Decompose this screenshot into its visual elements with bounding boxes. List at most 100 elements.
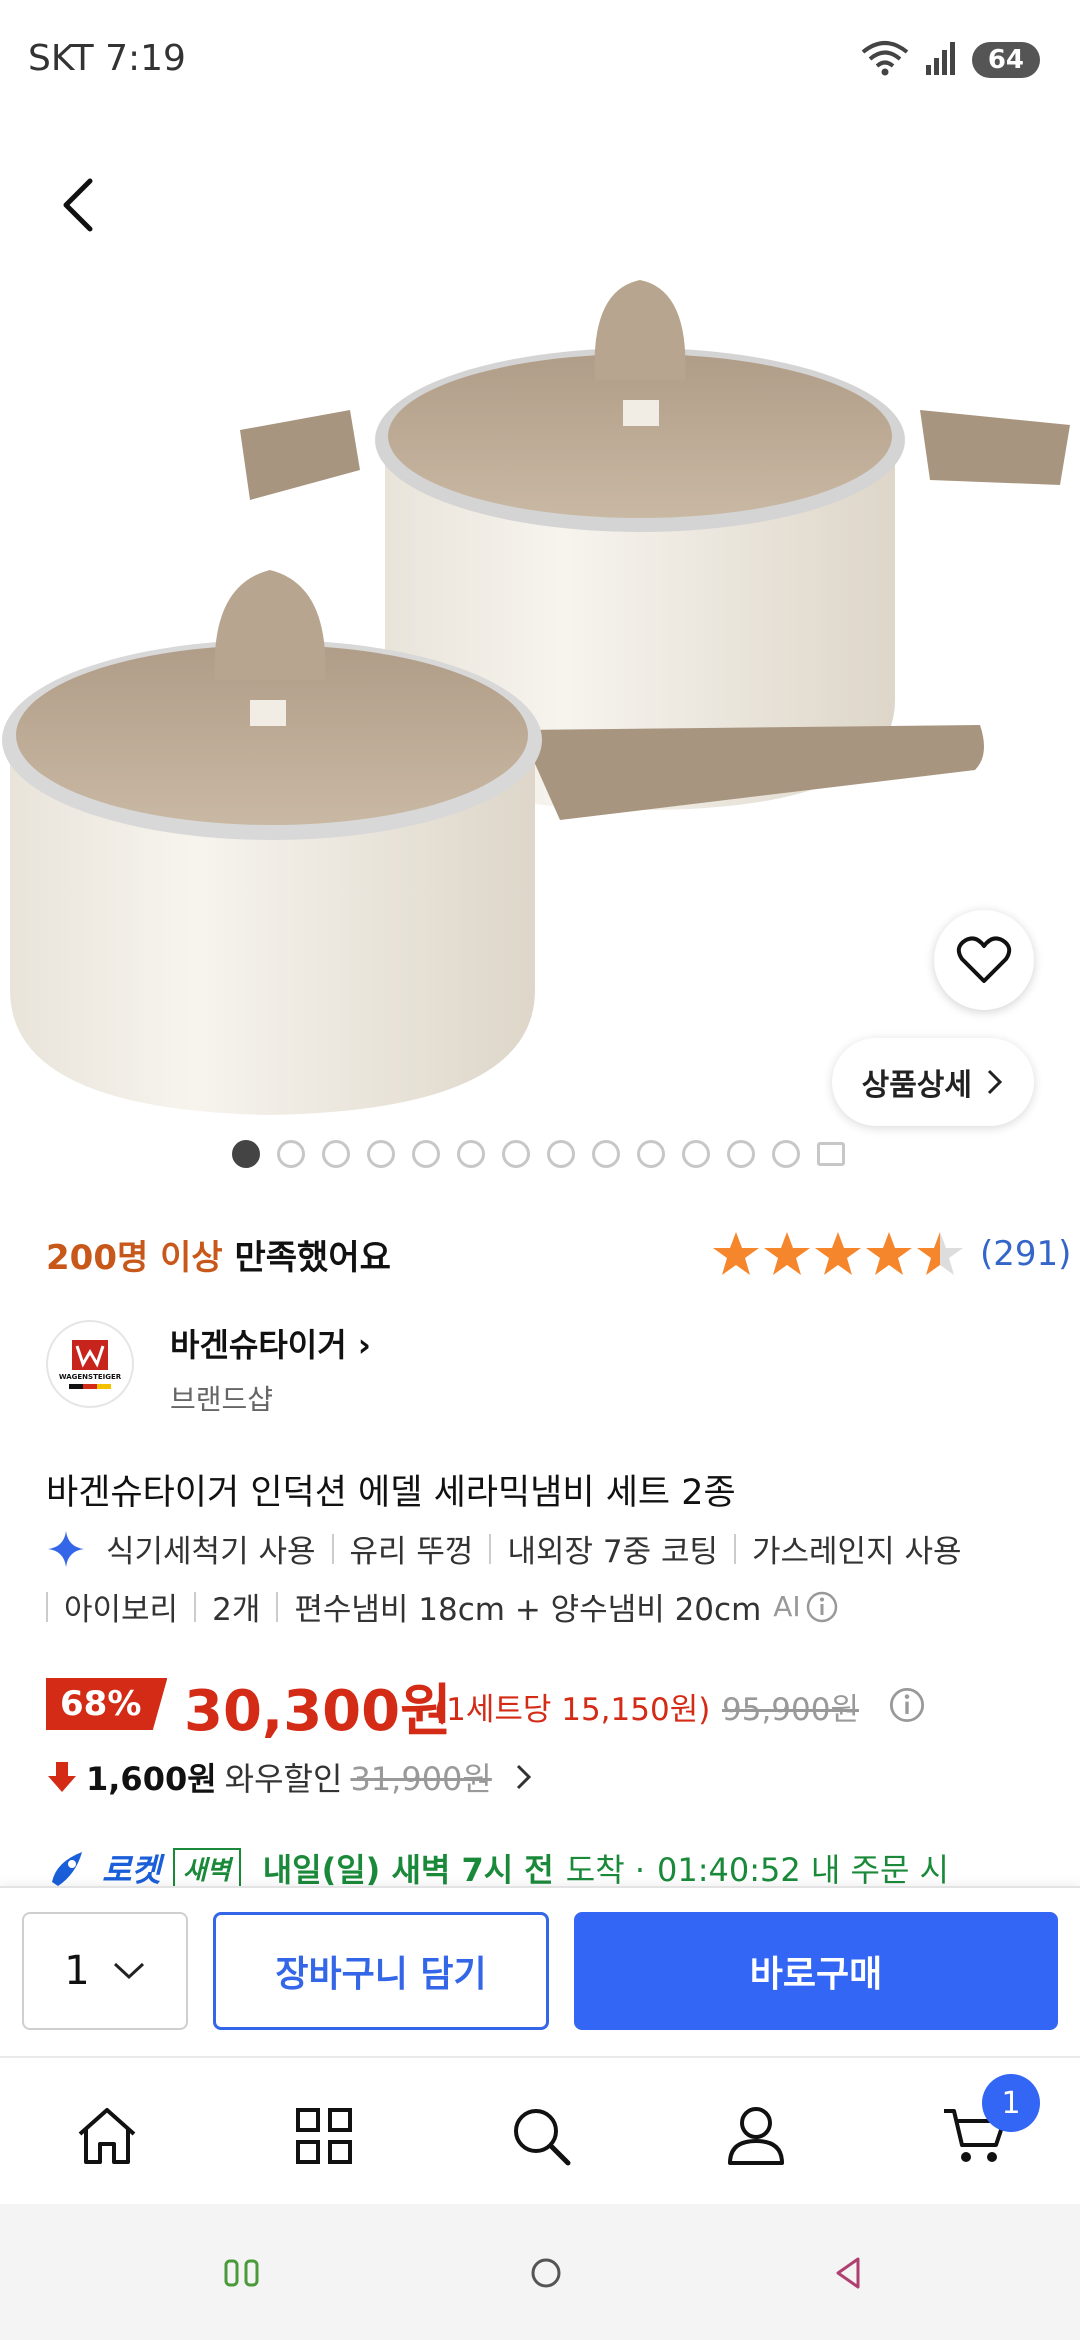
status-icons: 64 [860, 40, 1040, 80]
brand-shop-label: 브랜드샵 [170, 1383, 274, 1416]
brand-name: 바겐슈타이거 [170, 1326, 347, 1364]
chevron-right-icon [987, 1069, 1003, 1095]
feature-item: 가스레인지 사용 [752, 1534, 962, 1570]
page-dot[interactable] [772, 1140, 800, 1168]
original-price: 95,900원 [722, 1692, 859, 1728]
quantity-select[interactable]: 1 [22, 1912, 188, 2030]
carrier-time: SKT 7:19 [28, 38, 186, 79]
system-navigation [0, 2204, 1080, 2340]
product-title: 바겐슈타이거 인덕션 에델 세라믹냄비 세트 2종 [46, 1473, 736, 1513]
page-dot[interactable] [592, 1140, 620, 1168]
back-system-button[interactable] [818, 2248, 878, 2298]
page-dot[interactable] [547, 1140, 575, 1168]
price-info-icon[interactable] [888, 1686, 926, 1724]
recent-apps-button[interactable] [212, 2248, 272, 2298]
status-bar: SKT 7:19 64 [0, 0, 1080, 120]
delivery-eta: 내일(일) 새벽 7시 전 [262, 1851, 554, 1888]
rating-stars[interactable]: (291) [712, 1228, 1071, 1280]
wifi-icon [860, 40, 910, 80]
nav-my-page[interactable] [716, 2096, 796, 2176]
delivery-eta-suffix: 도착 · [565, 1851, 645, 1888]
triangle-back-icon [836, 2257, 860, 2289]
page-dot[interactable] [322, 1140, 350, 1168]
chevron-right-icon: › [346, 1326, 371, 1364]
brand-name-link[interactable]: 바겐슈타이거 › [170, 1320, 371, 1366]
review-count[interactable]: (291) [980, 1234, 1071, 1274]
wow-label: 와우할인 [224, 1760, 343, 1798]
page-dot[interactable] [367, 1140, 395, 1168]
page-dot[interactable] [232, 1140, 260, 1168]
divider [489, 1533, 492, 1564]
option-item: 편수냄비 18cm + 양수냄비 20cm [294, 1592, 762, 1628]
option-item: 아이보리 [64, 1592, 179, 1628]
divider [331, 1533, 334, 1564]
wow-discount-row[interactable]: 1,600원 와우할인 31,900원 [46, 1754, 534, 1800]
rocket-icon [52, 1852, 82, 1886]
home-icon [78, 2108, 136, 2164]
signal-icon [924, 41, 958, 79]
product-detail-button[interactable]: 상품상세 [831, 1038, 1034, 1126]
satisfaction-label: 만족했어요 [234, 1238, 391, 1278]
category-icon [296, 2108, 352, 2164]
satisfaction-text: 200명 이상 만족했어요 [46, 1230, 391, 1279]
wow-original-price: 31,900원 [350, 1760, 492, 1798]
option-row: 아이보리 2개 편수냄비 18cm + 양수냄비 20cm AI [46, 1584, 839, 1629]
feature-item: 내외장 7중 코팅 [507, 1534, 718, 1570]
divider [194, 1591, 197, 1622]
arrow-down-icon [48, 1762, 76, 1792]
info-icon[interactable] [805, 1590, 839, 1624]
chevron-down-icon [113, 1962, 144, 1980]
product-photo [2, 280, 1070, 1115]
delivery-row: 로켓 새벽 내일(일) 새벽 7시 전 도착 · 01:40:52 내 주문 시 [46, 1848, 1046, 1888]
page-dot[interactable] [457, 1140, 485, 1168]
battery-indicator: 64 [971, 42, 1040, 78]
feature-row: 식기세척기 사용 유리 뚜껑 내외장 7중 코팅 가스레인지 사용 [46, 1526, 962, 1571]
bottom-navigation: 1 [0, 2056, 1080, 2204]
discount-badge: 68% [46, 1678, 168, 1730]
per-set-price: (1세트당 15,150원) [434, 1692, 711, 1728]
add-to-cart-button[interactable]: 장바구니 담기 [213, 1912, 549, 2030]
wow-amount: 1,600원 [86, 1760, 217, 1798]
divider [46, 1591, 48, 1622]
gallery-pagination [232, 1140, 845, 1168]
wishlist-button[interactable] [934, 910, 1034, 1010]
option-item: 2개 [212, 1592, 261, 1628]
feature-item: 유리 뚜껑 [349, 1534, 474, 1570]
german-flag-icon [69, 1383, 111, 1389]
page-dot[interactable] [727, 1140, 755, 1168]
page-dot[interactable] [412, 1140, 440, 1168]
heart-icon [956, 936, 1012, 983]
chevron-right-icon [516, 1764, 531, 1790]
purchase-bar: 1 장바구니 담기 바로구매 [0, 1886, 1080, 2056]
user-icon [728, 2107, 784, 2165]
page-dot[interactable] [637, 1140, 665, 1168]
search-icon [514, 2109, 571, 2166]
brand-w-icon [72, 1339, 108, 1370]
ai-label: AI [773, 1590, 801, 1623]
sparkle-icon [48, 1530, 84, 1567]
page-dot[interactable] [277, 1140, 305, 1168]
more-pages-icon[interactable] [817, 1142, 845, 1166]
divider [276, 1591, 279, 1622]
page-dot[interactable] [502, 1140, 530, 1168]
quantity-value: 1 [64, 1948, 90, 1994]
cart-count-badge: 1 [982, 2074, 1040, 2132]
circle-home-icon [531, 2258, 561, 2288]
star-rating-icon [713, 1232, 963, 1275]
rocket-tag: 새벽 [172, 1848, 241, 1888]
nav-home[interactable] [67, 2096, 147, 2176]
product-image-gallery[interactable]: 상품상세 [0, 120, 1080, 1170]
brand-logo[interactable]: WAGENSTEIGER [46, 1320, 134, 1408]
rocket-label: 로켓 [102, 1851, 161, 1888]
nav-search[interactable] [501, 2096, 581, 2176]
product-detail-label: 상품상세 [861, 1068, 972, 1103]
brand-logo-text: WAGENSTEIGER [58, 1372, 122, 1381]
page-dot[interactable] [682, 1140, 710, 1168]
buy-now-button[interactable]: 바로구매 [574, 1912, 1058, 2030]
satisfaction-highlight: 200명 이상 [46, 1238, 223, 1278]
sale-price: 30,300원 [184, 1679, 452, 1744]
nav-category[interactable] [284, 2096, 364, 2176]
divider [734, 1533, 736, 1564]
home-system-button[interactable] [516, 2248, 576, 2298]
recent-apps-icon [224, 2259, 259, 2287]
